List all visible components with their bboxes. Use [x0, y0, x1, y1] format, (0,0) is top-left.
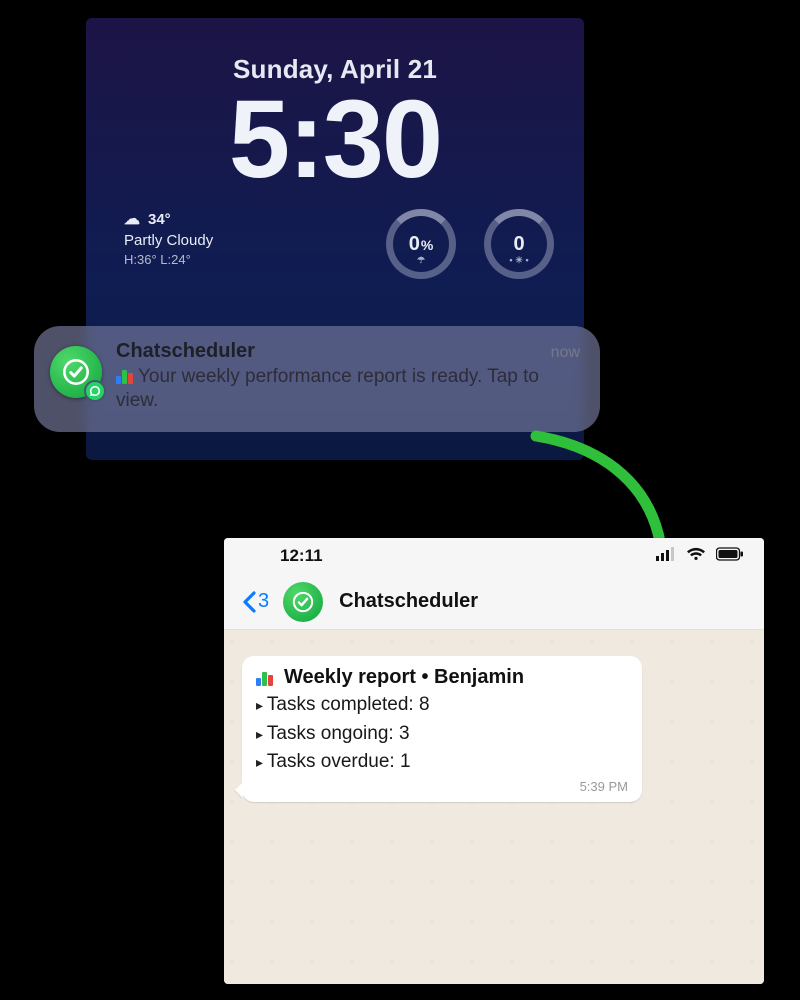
weather-temp: 34° [148, 210, 171, 230]
uv-gauge[interactable]: 0 • ☀ • [484, 209, 554, 279]
precip-value: 0 [409, 233, 420, 255]
message-title: Weekly report • Benjamin [256, 666, 628, 689]
whatsapp-badge-icon [84, 380, 106, 402]
cellular-icon [656, 546, 676, 566]
weather-condition: Partly Cloudy [124, 231, 213, 251]
chat-avatar[interactable] [283, 582, 323, 622]
wifi-icon [686, 546, 706, 566]
notification-message: Your weekly performance report is ready.… [116, 365, 580, 413]
chat-window: 12:11 3 Chatscheduler Weekly rep [224, 538, 764, 984]
incoming-message-bubble[interactable]: Weekly report • Benjamin Tasks completed… [242, 656, 642, 802]
battery-icon [716, 546, 744, 566]
uv-value: 0 [513, 233, 524, 256]
chat-header: 3 Chatscheduler [224, 574, 764, 630]
lockscreen-time: 5:30 [86, 85, 584, 195]
weather-widget[interactable]: ☁︎ 34° Partly Cloudy H:36° L:24° [124, 209, 213, 268]
app-icon [50, 346, 102, 398]
weather-cloud-icon: ☁︎ [124, 209, 140, 231]
precip-gauge[interactable]: 0% ☂ [386, 209, 456, 279]
precip-suffix: % [421, 237, 433, 253]
notification-app-name: Chatscheduler [116, 340, 255, 363]
checkmark-icon [292, 591, 314, 613]
back-button[interactable]: 3 [242, 590, 269, 613]
bar-chart-icon [256, 670, 274, 686]
unread-count: 3 [258, 590, 269, 613]
message-timestamp: 5:39 PM [256, 779, 628, 794]
message-line: Tasks ongoing: 3 [256, 720, 628, 749]
notification-time: now [551, 344, 580, 362]
status-time: 12:11 [280, 546, 323, 566]
checkmark-icon [62, 358, 90, 386]
message-line: Tasks overdue: 1 [256, 748, 628, 777]
sun-icon: • ☀ • [509, 255, 528, 266]
lockscreen-info-row: ☁︎ 34° Partly Cloudy H:36° L:24° 0% ☂ 0 … [86, 195, 584, 279]
bar-chart-icon [116, 368, 134, 384]
message-line: Tasks completed: 8 [256, 691, 628, 720]
chat-body[interactable]: Weekly report • Benjamin Tasks completed… [224, 630, 764, 984]
status-bar: 12:11 [224, 538, 764, 574]
chevron-left-icon [242, 591, 256, 613]
lockscreen-date: Sunday, April 21 [86, 18, 584, 85]
chat-title[interactable]: Chatscheduler [339, 590, 478, 613]
umbrella-icon: ☂ [417, 255, 425, 266]
notification-banner[interactable]: Chatscheduler now Your weekly performanc… [34, 326, 600, 432]
weather-high-low: H:36° L:24° [124, 251, 213, 269]
